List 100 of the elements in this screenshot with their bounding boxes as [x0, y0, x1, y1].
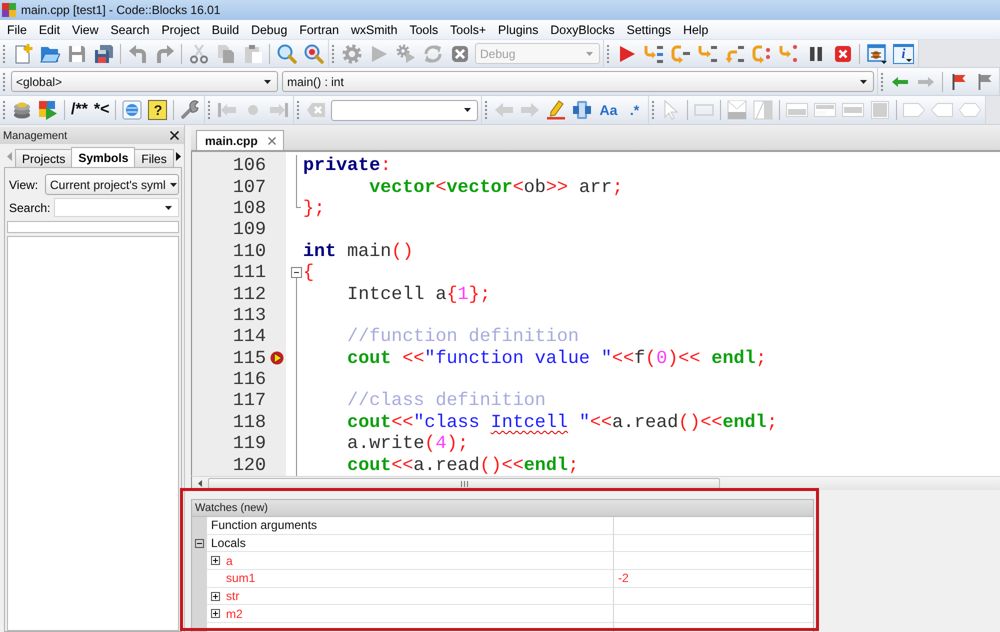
toolbar-grip[interactable]	[208, 101, 212, 119]
line-number: 108	[232, 198, 267, 219]
menu-item[interactable]: Settings	[620, 22, 678, 38]
disc-stack-icon[interactable]	[12, 100, 32, 120]
four-squares-icon	[2, 3, 16, 17]
code-line: cout<<a.read()<<endl;	[347, 454, 579, 476]
menu-item[interactable]: Fortran	[293, 22, 345, 38]
field-label: Search:	[9, 200, 50, 214]
menu-item[interactable]: Tools+	[444, 22, 492, 38]
expand-icon[interactable]	[211, 556, 220, 566]
back-arrow-icon[interactable]	[892, 76, 908, 86]
watch-name: sum1	[226, 571, 256, 586]
menu-item[interactable]: Plugins	[492, 22, 544, 38]
collapse-icon[interactable]	[291, 266, 302, 278]
collapse-icon[interactable]	[195, 539, 204, 548]
scrollbar-thumb[interactable]	[208, 478, 720, 490]
arrow-bars-icon[interactable]	[724, 44, 744, 64]
toolbar-grip[interactable]	[485, 101, 488, 119]
menu-item[interactable]: Tools	[403, 22, 444, 38]
line-number: 115	[232, 348, 267, 369]
arrow-bars-icon[interactable]	[644, 44, 664, 64]
line-number: 111	[232, 262, 267, 284]
dropdown-arrow-icon[interactable]	[170, 182, 177, 186]
dropdown-arrow-icon[interactable]	[165, 206, 172, 210]
tab[interactable]: main.cpp	[196, 130, 284, 150]
flag-icon[interactable]	[952, 74, 966, 90]
bug-window-icon[interactable]	[866, 44, 886, 64]
toolbar-grip[interactable]	[3, 72, 6, 90]
new-file-icon[interactable]	[12, 44, 32, 64]
toolbar-grip[interactable]	[881, 72, 884, 90]
dropdown[interactable]: main() : int	[282, 71, 874, 92]
tab[interactable]: Symbols	[71, 147, 136, 167]
toolbar-button[interactable]: *<	[90, 101, 112, 119]
search-icon[interactable]	[276, 44, 296, 64]
toolbar-grip[interactable]	[332, 44, 335, 62]
line-number: 117	[232, 390, 267, 412]
curved-arrow-dots-icon[interactable]	[752, 44, 772, 64]
line-number: 118	[232, 412, 267, 433]
toolbar-grip[interactable]	[3, 44, 6, 62]
menu-item[interactable]: Build	[206, 22, 246, 38]
menu-item[interactable]: File	[1, 22, 33, 38]
line-number: 113	[232, 304, 267, 326]
line-number: 120	[232, 454, 267, 476]
toolbar-grip[interactable]	[607, 44, 610, 62]
panel-title: Management	[3, 130, 68, 142]
watch-value: -2	[618, 571, 629, 586]
line-number: 109	[232, 219, 267, 240]
menu-item[interactable]: wxSmith	[344, 22, 404, 38]
toolbar-button[interactable]: /**	[68, 101, 91, 119]
right-triangle-icon[interactable]	[176, 152, 181, 161]
line-number: 112	[232, 284, 267, 305]
tab[interactable]: Projects	[15, 149, 72, 167]
help-button[interactable]: ?	[148, 100, 168, 120]
blocks-arrow-icon[interactable]	[38, 100, 58, 120]
dropdown-arrow-icon[interactable]	[860, 80, 867, 84]
expand-icon[interactable]	[211, 609, 220, 618]
dropdown-arrow-icon[interactable]	[264, 80, 272, 84]
menu-item[interactable]: DoxyBlocks	[544, 22, 621, 38]
code-line: a.write(4);	[347, 433, 469, 454]
line-number: 116	[232, 369, 267, 390]
arrow-dots-icon[interactable]	[778, 44, 798, 64]
globe-icon[interactable]	[122, 100, 142, 120]
expand-icon[interactable]	[211, 592, 220, 601]
info-button[interactable]: i	[893, 44, 914, 64]
dropdown[interactable]: Current project's syml	[45, 174, 179, 195]
watch-name: m2	[226, 606, 243, 621]
floppy-disks-icon[interactable]	[94, 44, 114, 64]
line-number: 119	[232, 433, 267, 454]
menu-item[interactable]: Search	[104, 22, 156, 38]
menu-item[interactable]: View	[66, 22, 104, 38]
toolbar-button[interactable]: Aa	[595, 102, 622, 118]
grip-lines-icon	[460, 480, 468, 486]
code-line: };	[303, 198, 326, 219]
search-field[interactable]	[54, 198, 179, 217]
line-number: 106	[232, 155, 267, 176]
tab[interactable]: Files	[134, 149, 174, 167]
watch-name: a	[226, 554, 233, 568]
stop-icon[interactable]	[832, 44, 852, 64]
left-triangle-icon[interactable]	[198, 480, 202, 487]
window-title: main.cpp [test1] - Code::Blocks 16.01	[21, 3, 220, 17]
cross-shape-icon[interactable]	[572, 100, 592, 120]
menu-item[interactable]: Debug	[245, 22, 294, 38]
watch-name: str	[226, 589, 240, 604]
toolbar-grip[interactable]	[297, 101, 300, 119]
menu-item[interactable]: Help	[677, 22, 714, 38]
toolbar-grip[interactable]	[652, 101, 656, 119]
toolbar-button[interactable]: .*	[621, 102, 648, 118]
arrow-bars-icon[interactable]	[698, 44, 718, 64]
code-line: {	[303, 262, 314, 284]
close-icon[interactable]	[170, 131, 179, 140]
toolbar-grip[interactable]	[3, 101, 6, 119]
dropdown-arrow-icon[interactable]	[464, 108, 472, 112]
line-number: 110	[232, 240, 267, 262]
dropdown[interactable]: <global>	[11, 71, 278, 92]
menu-item[interactable]: Project	[155, 22, 206, 38]
highlighter-icon[interactable]	[546, 100, 566, 120]
magnifier-dot-icon[interactable]	[304, 44, 324, 64]
menu-item[interactable]: Edit	[32, 22, 66, 38]
curved-arrow-icon[interactable]	[670, 44, 690, 64]
wrench-icon[interactable]	[180, 100, 200, 120]
